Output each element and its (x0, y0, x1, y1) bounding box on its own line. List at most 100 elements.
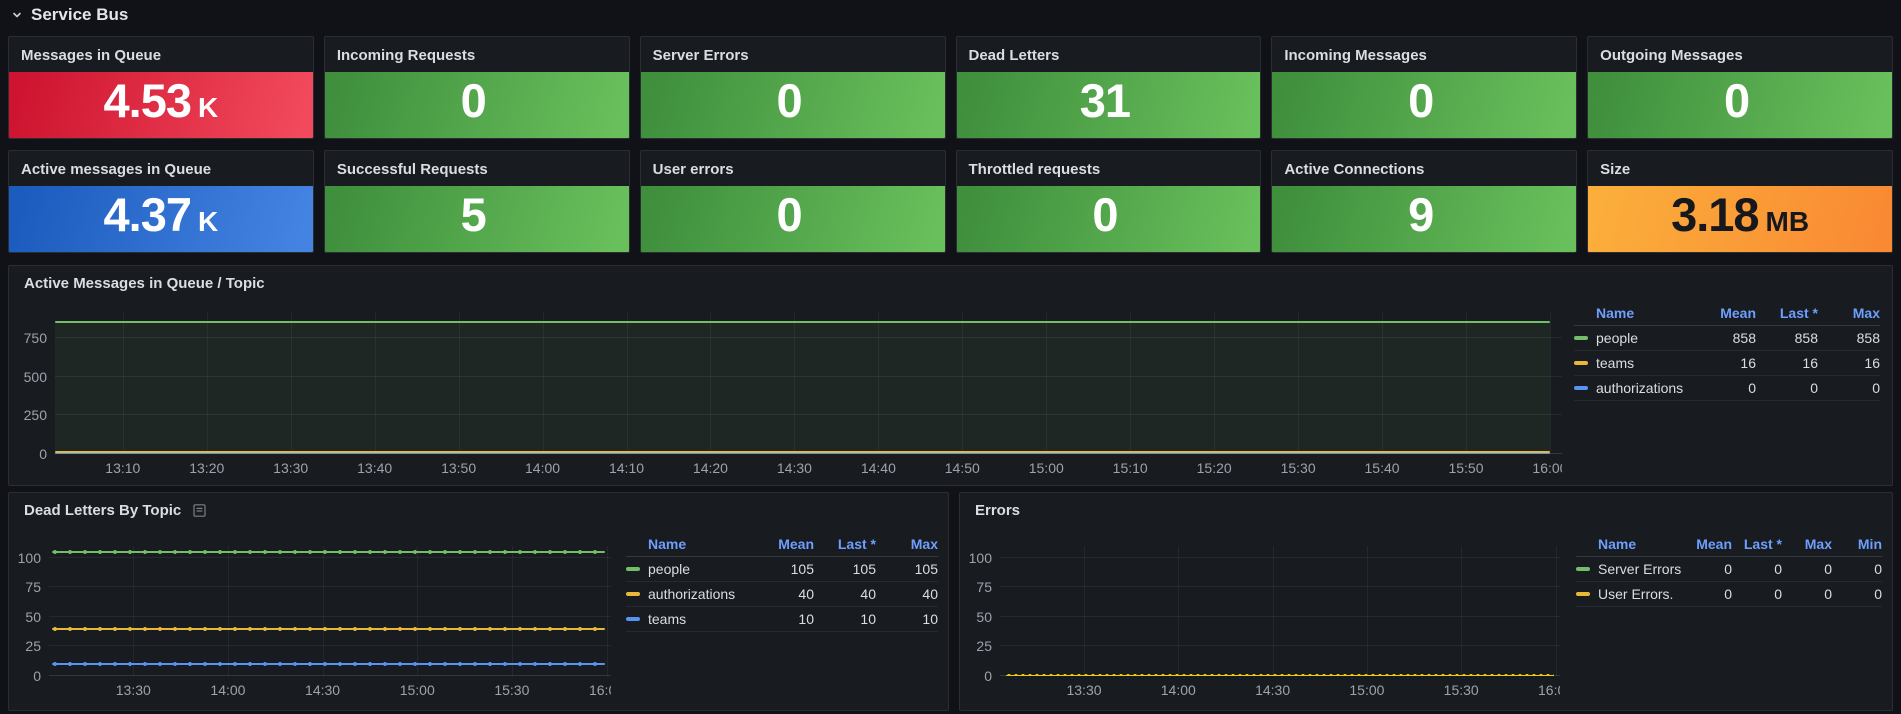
series-swatch (1574, 386, 1588, 390)
plot-area[interactable] (49, 546, 611, 676)
stat-panel-title[interactable]: Server Errors (641, 37, 945, 72)
series-name: teams (648, 611, 687, 627)
legend-series-toggle[interactable]: people (626, 561, 752, 577)
legend-header-last[interactable]: Last * (1732, 536, 1782, 552)
legend-header-max[interactable]: Max (1818, 305, 1880, 321)
legend-row: teams 16 16 16 (1574, 351, 1880, 376)
legend-header-row: Name Mean Last * Max Min (1576, 532, 1882, 557)
y-tick-label: 0 (39, 446, 47, 462)
x-tick-label: 15:00 (1349, 682, 1385, 698)
stat-panel-title[interactable]: Dead Letters (957, 37, 1261, 72)
y-axis: 0 25 50 75 100 (964, 546, 994, 683)
legend-header-name[interactable]: Name (1574, 305, 1694, 321)
gridline-horizontal (49, 645, 611, 647)
stat-panel: Active messages in Queue 4.37 K (8, 150, 314, 253)
series-last: 0 (1774, 586, 1782, 602)
legend-header-row: Name Mean Last * Max (626, 532, 938, 557)
gridline-vertical (606, 546, 608, 676)
y-tick-label: 250 (23, 407, 47, 424)
legend-row: authorizations 40 40 40 (626, 582, 938, 607)
series-line (55, 320, 1550, 323)
panel-title[interactable]: Active Messages in Queue / Topic (24, 275, 265, 292)
stat-panel-title[interactable]: Successful Requests (325, 151, 629, 186)
x-tick-label: 13:30 (273, 460, 309, 476)
legend-series-toggle[interactable]: teams (1574, 355, 1694, 371)
legend-series-toggle[interactable]: authorizations (626, 586, 752, 602)
legend-series-toggle[interactable]: User Errors. (1576, 586, 1682, 602)
panel-title[interactable]: Dead Letters By Topic (24, 502, 181, 519)
series-swatch (1576, 567, 1590, 571)
legend-row: authorizations 0 0 0 (1574, 376, 1880, 401)
plot-area[interactable] (1000, 546, 1560, 676)
gridline-vertical (1272, 546, 1274, 676)
stat-value-area: 0 (1272, 72, 1577, 138)
x-tick-label: 13:40 (357, 460, 393, 476)
legend-header-mean[interactable]: Mean (1694, 305, 1756, 321)
stat-value-area: 5 (324, 186, 629, 252)
gridline-vertical (1461, 546, 1463, 676)
panel-active-messages-topic: Active Messages in Queue / Topic 0 250 500… (8, 265, 1893, 486)
legend-header-min[interactable]: Min (1832, 536, 1882, 552)
stat-unit: MB (1765, 206, 1810, 237)
gridline-vertical (1555, 546, 1557, 676)
legend-series-toggle[interactable]: Server Errors. (1576, 561, 1682, 577)
stat-panel-title[interactable]: Outgoing Messages (1588, 37, 1892, 72)
x-tick-label: 14:30 (1255, 682, 1291, 698)
series-last: 40 (860, 586, 876, 602)
row-header-service-bus[interactable]: Service Bus (10, 1, 128, 29)
x-axis: 13:10 13:20 13:30 13:40 13:50 14:00 14:10 14:20… (55, 458, 1562, 478)
gridline-vertical (322, 546, 324, 676)
legend-header-max[interactable]: Max (1782, 536, 1832, 552)
series-max: 16 (1864, 355, 1880, 371)
x-tick-label: 15:00 (1028, 460, 1064, 476)
y-axis: 0 250 500 750 (15, 312, 49, 461)
legend-table: Name Mean Last * Max Min Server Errors. … (1576, 532, 1882, 607)
series-mean: 0 (1724, 561, 1732, 577)
stat-panel-title[interactable]: Active messages in Queue (9, 151, 313, 186)
stat-value-area: 3.18 MB (1588, 186, 1892, 252)
legend-series-toggle[interactable]: authorizations (1574, 380, 1694, 396)
x-tick-label: 15:40 (1364, 460, 1400, 476)
legend-series-toggle[interactable]: people (1574, 330, 1694, 346)
legend-header-last[interactable]: Last * (814, 536, 876, 552)
legend-series-toggle[interactable]: teams (626, 611, 752, 627)
x-tick-label: 15:00 (399, 682, 435, 698)
x-tick-label: 15:50 (1448, 460, 1484, 476)
stat-panel-title[interactable]: Incoming Requests (325, 37, 629, 72)
gridline-horizontal (1000, 615, 1560, 617)
series-name: people (1596, 330, 1639, 346)
panel-description-icon[interactable] (192, 503, 207, 518)
x-tick-label: 13:20 (189, 460, 225, 476)
y-tick-label: 50 (25, 608, 41, 625)
plot-area[interactable] (55, 312, 1562, 454)
stat-panel-title[interactable]: Incoming Messages (1272, 37, 1576, 72)
stat-panel-title[interactable]: Messages in Queue (9, 37, 313, 72)
chevron-down-icon (13, 12, 21, 18)
series-point-markers (51, 625, 606, 632)
legend-header-last[interactable]: Last * (1756, 305, 1818, 321)
series-name: authorizations (1596, 380, 1684, 396)
y-tick-label: 750 (23, 330, 47, 347)
gridline-horizontal (49, 586, 611, 588)
stat-panel-title[interactable]: User errors (641, 151, 945, 186)
stat-panel-title[interactable]: Size (1588, 151, 1892, 186)
panel-errors: Errors 0 25 50 75 100 13:30 14:00 14:30 15:00 15… (959, 492, 1893, 711)
stat-panel: Successful Requests 5 (323, 150, 630, 253)
stat-panel: Dead Letters 31 (955, 36, 1262, 139)
legend-row: people 105 105 105 (626, 557, 938, 582)
stat-panel-title[interactable]: Active Connections (1272, 151, 1576, 186)
panel-title[interactable]: Errors (975, 502, 1020, 519)
series-point-markers (1005, 673, 1555, 676)
gridline-horizontal (49, 675, 611, 676)
stat-value-area: 4.37 K (9, 186, 313, 252)
series-point-markers (51, 548, 606, 555)
x-tick-label: 13:50 (441, 460, 477, 476)
legend-header-name[interactable]: Name (626, 536, 752, 552)
legend-header-name[interactable]: Name (1576, 536, 1682, 552)
series-max: 0 (1824, 586, 1832, 602)
legend-header-mean[interactable]: Mean (752, 536, 814, 552)
stat-value-area: 0 (640, 186, 945, 252)
stat-panel-title[interactable]: Throttled requests (957, 151, 1261, 186)
legend-header-max[interactable]: Max (876, 536, 938, 552)
legend-header-mean[interactable]: Mean (1682, 536, 1732, 552)
